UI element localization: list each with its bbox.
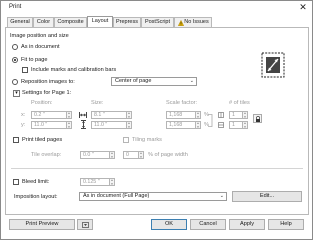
scale-y-spinner[interactable]: ▲ ▼ xyxy=(196,121,201,129)
position-y-spinner[interactable]: ▲ ▼ xyxy=(67,121,72,129)
scale-header: Scale factor: xyxy=(166,100,198,106)
tab-no-issues-label: No Issues xyxy=(184,19,209,25)
pct-of-page-label: % of page width xyxy=(148,152,188,158)
tiles-x-field[interactable]: 1 xyxy=(229,111,243,119)
size-header: Size: xyxy=(91,100,104,106)
tab-no-issues[interactable]: No Issues xyxy=(174,17,212,27)
scale-x-spinner[interactable]: ▲ ▼ xyxy=(196,111,201,119)
as-in-document-radio[interactable] xyxy=(12,44,18,50)
tile-overlap-spinner[interactable]: ▲ ▼ xyxy=(110,151,115,159)
y-label: y: xyxy=(21,122,26,128)
reposition-select-value: Center of page xyxy=(115,78,152,84)
print-preview-button[interactable]: Print Preview xyxy=(9,219,75,230)
tab-composite[interactable]: Composite xyxy=(54,17,87,27)
edit-button[interactable]: Edit... xyxy=(232,191,302,202)
dialog-title: Print xyxy=(9,4,22,10)
include-marks-label: Include marks and calibration bars xyxy=(31,67,117,73)
chevron-down-icon: ⌄ xyxy=(189,78,194,84)
bleed-limit-label: Bleed limit: xyxy=(22,179,50,185)
print-tiled-checkbox[interactable] xyxy=(13,137,19,143)
tiles-x-spinner[interactable]: ▲ ▼ xyxy=(243,111,248,119)
link-bracket-icon xyxy=(208,114,213,127)
position-x-field[interactable]: 0.2 " xyxy=(31,111,67,119)
lock-icon xyxy=(256,116,260,122)
page-preview-icon xyxy=(261,52,285,78)
fit-to-page-label: Fit to page xyxy=(21,57,48,63)
imposition-layout-select[interactable]: As in document (Full Page) ⌄ xyxy=(79,192,227,201)
tab-prepress[interactable]: Prepress xyxy=(113,17,141,27)
position-y-field[interactable]: 11.0 " xyxy=(31,121,67,129)
print-tiled-label: Print tiled pages xyxy=(22,137,63,143)
tiles-y-spinner[interactable]: ▲ ▼ xyxy=(243,121,248,129)
tiling-marks-label: Tiling marks xyxy=(132,137,162,143)
bleed-limit-checkbox[interactable] xyxy=(13,179,19,185)
tile-overlap-label: Tile overlap: xyxy=(31,152,62,158)
tab-general[interactable]: General xyxy=(7,17,33,27)
settings-for-page-label: Settings for Page 1: xyxy=(22,90,72,96)
scale-x-field[interactable]: 1,168 xyxy=(166,111,196,119)
section-title: Image position and size xyxy=(10,33,69,39)
size-height-field[interactable]: 11.0 " xyxy=(91,121,127,129)
close-icon[interactable]: ✕ xyxy=(296,2,310,13)
bleed-limit-spinner[interactable]: ▲ ▼ xyxy=(110,178,115,186)
tab-postscript[interactable]: PostScript xyxy=(141,17,174,27)
as-in-document-label: As in document xyxy=(21,44,60,50)
bleed-limit-field[interactable]: 0.125 " xyxy=(80,178,110,186)
tab-color[interactable]: Color xyxy=(33,17,54,27)
position-header: Position: xyxy=(31,100,53,106)
tile-overlap-percent-field[interactable]: 0 xyxy=(123,151,139,159)
include-marks-checkbox[interactable] xyxy=(22,67,28,73)
apply-button[interactable]: Apply xyxy=(229,219,265,230)
width-arrow-icon xyxy=(79,112,87,118)
tiles-y-field[interactable]: 1 xyxy=(229,121,243,129)
tile-overlap-percent-spinner[interactable]: ▲ ▼ xyxy=(139,151,144,159)
position-x-spinner[interactable]: ▲ ▼ xyxy=(67,111,72,119)
tiles-header: # of tiles xyxy=(229,100,250,106)
warning-icon xyxy=(178,20,184,26)
preview-options-button[interactable] xyxy=(77,219,93,230)
tiling-marks-checkbox[interactable] xyxy=(123,137,129,143)
preview-options-icon xyxy=(82,222,89,228)
imposition-layout-label: Imposition layout: xyxy=(14,194,58,200)
ok-button[interactable]: OK xyxy=(151,219,187,230)
size-width-spinner[interactable]: ▲ ▼ xyxy=(127,111,132,119)
cancel-button[interactable]: Cancel xyxy=(190,219,226,230)
reposition-label: Reposition images to: xyxy=(21,79,75,85)
reposition-radio[interactable] xyxy=(12,79,18,85)
reposition-select[interactable]: Center of page ⌄ xyxy=(111,77,197,86)
height-arrow-icon xyxy=(81,120,86,129)
divider xyxy=(11,168,303,169)
tiles-y-icon xyxy=(218,122,224,128)
chevron-down-icon: ⌄ xyxy=(219,193,224,199)
lock-button[interactable] xyxy=(253,114,262,123)
help-button[interactable]: Help xyxy=(268,219,304,230)
tiles-x-icon xyxy=(218,112,224,118)
print-dialog: Print ✕ General Color Composite Layout P… xyxy=(0,0,313,240)
size-width-field[interactable]: 8.1 " xyxy=(91,111,127,119)
fit-to-page-radio[interactable] xyxy=(12,57,18,63)
size-height-spinner[interactable]: ▲ ▼ xyxy=(127,121,132,129)
scale-y-field[interactable]: 1,168 xyxy=(166,121,196,129)
tile-overlap-field[interactable]: 0.0 " xyxy=(80,151,110,159)
x-label: x: xyxy=(21,112,26,118)
imposition-layout-value: As in document (Full Page) xyxy=(83,193,150,199)
collapse-toggle-icon[interactable]: ▾ xyxy=(13,90,20,97)
